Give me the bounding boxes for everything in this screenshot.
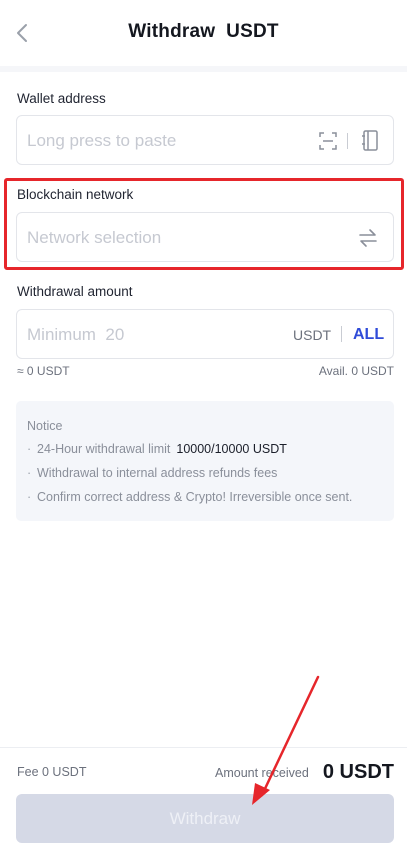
withdraw-button[interactable]: Withdraw: [16, 794, 394, 843]
approx-value: ≈ 0 USDT: [17, 364, 70, 378]
available-balance: Avail. 0 USDT: [318, 364, 394, 378]
input-separator: [341, 326, 342, 342]
footer-divider: [0, 747, 407, 748]
notice-item-confirm: · Confirm correct address & Crypto! Irrev…: [27, 490, 352, 504]
limit-label: 24-Hour withdrawal limit: [37, 442, 171, 456]
notice-item-limit: · 24-Hour withdrawal limit 10000/10000 USD…: [27, 442, 287, 456]
unit-label: USDT: [293, 327, 332, 343]
header-divider: [0, 66, 407, 72]
notice-panel: Notice · 24-Hour withdrawal limit 10000/10…: [16, 401, 394, 521]
amount-received-value: 0 USDT: [322, 761, 394, 783]
page-title: Withdraw USDT: [128, 21, 279, 42]
bullet-icon: ·: [27, 442, 32, 456]
network-select[interactable]: Network selection: [16, 212, 394, 262]
fee-text: Fee 0 USDT: [17, 765, 87, 779]
notice-text: Confirm correct address & Crypto! Irreve…: [37, 490, 353, 504]
network-placeholder: Network selection: [27, 228, 162, 247]
scan-icon[interactable]: [319, 132, 337, 150]
all-button[interactable]: ALL: [353, 326, 384, 344]
limit-value: 10000/10000 USDT: [176, 442, 287, 456]
notice-title: Notice: [27, 419, 63, 433]
wallet-address-placeholder: Long press to paste: [27, 131, 177, 150]
bullet-icon: ·: [27, 490, 32, 504]
blockchain-network-label: Blockchain network: [17, 187, 134, 202]
input-separator: [347, 133, 348, 149]
amount-input[interactable]: Minimum 20 USDT ALL: [16, 309, 394, 359]
wallet-address-input[interactable]: Long press to paste: [16, 115, 394, 165]
address-book-icon[interactable]: [362, 130, 378, 151]
notice-item-refund: · Withdrawal to internal address refunds …: [27, 466, 277, 480]
swap-icon: [359, 229, 377, 247]
bullet-icon: ·: [27, 466, 32, 480]
wallet-address-label: Wallet address: [17, 91, 106, 106]
withdrawal-amount-label: Withdrawal amount: [17, 284, 133, 299]
header: Withdraw USDT: [0, 0, 407, 66]
amount-received-label: Amount received: [215, 766, 309, 780]
notice-text: Withdrawal to internal address refunds f…: [37, 466, 278, 480]
amount-placeholder: Minimum 20: [27, 325, 125, 344]
